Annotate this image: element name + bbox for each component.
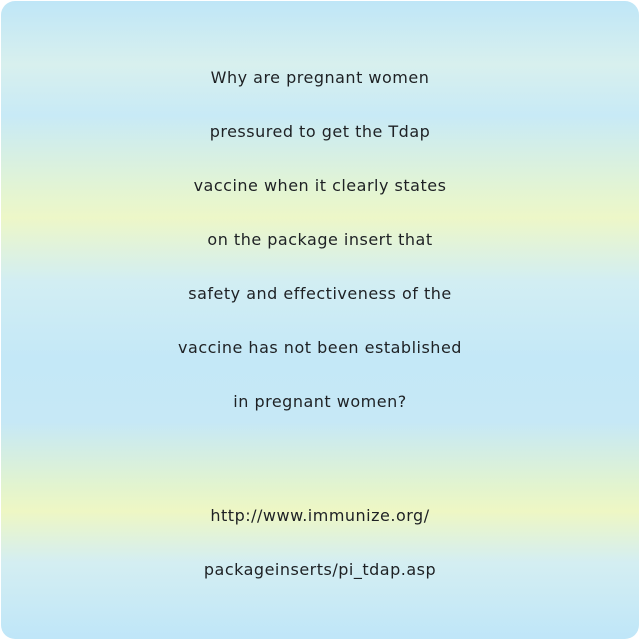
source-url: http://www.immunize.org/ packageinserts/… [1, 489, 639, 597]
url-line: http://www.immunize.org/ [210, 506, 430, 525]
question-line: in pregnant women? [233, 392, 407, 411]
question-line: Why are pregnant women [210, 68, 430, 87]
quote-card: Why are pregnant women pressured to get … [1, 1, 639, 639]
question-line: safety and effectiveness of the [188, 284, 452, 303]
url-line: packageinserts/pi_tdap.asp [203, 560, 437, 579]
question-line: vaccine when it clearly states [193, 176, 447, 195]
question-text: Why are pregnant women pressured to get … [1, 51, 639, 429]
question-line: pressured to get the Tdap [209, 122, 431, 141]
question-line: vaccine has not been established [178, 338, 462, 357]
question-line: on the package insert that [207, 230, 433, 249]
